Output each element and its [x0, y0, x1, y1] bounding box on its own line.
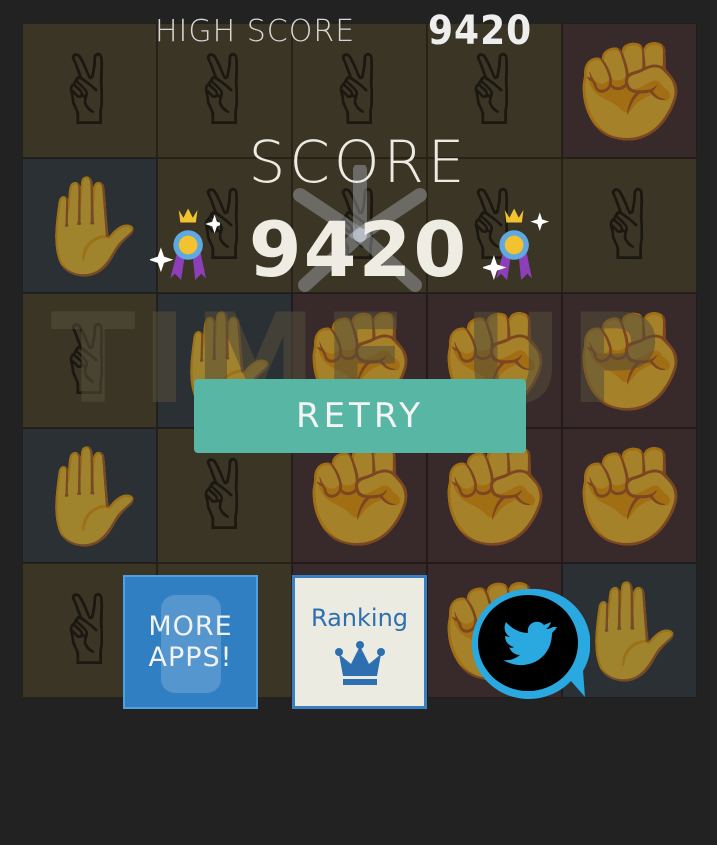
more-apps-button[interactable]: MORE APPS! — [123, 575, 258, 709]
score-value: 9420 — [248, 205, 469, 294]
crown-icon — [334, 641, 385, 685]
high-score-label: HIGH SCORE — [155, 14, 356, 49]
retry-button[interactable]: RETRY — [194, 379, 526, 453]
more-apps-label-line2: APPS! — [148, 642, 233, 673]
ranking-button[interactable]: Ranking — [292, 575, 427, 709]
medal-right-icon — [483, 208, 550, 280]
game-over-overlay: HIGH SCORE 9420 SCORE TIME UP 9420 RETRY — [0, 0, 717, 845]
high-score-value: 9420 — [428, 8, 533, 54]
more-apps-label-line1: MORE — [148, 610, 233, 642]
score-label: SCORE — [248, 128, 469, 196]
ranking-label: Ranking — [310, 604, 409, 632]
medal-left-icon — [150, 208, 220, 280]
twitter-share-button[interactable] — [468, 585, 590, 703]
